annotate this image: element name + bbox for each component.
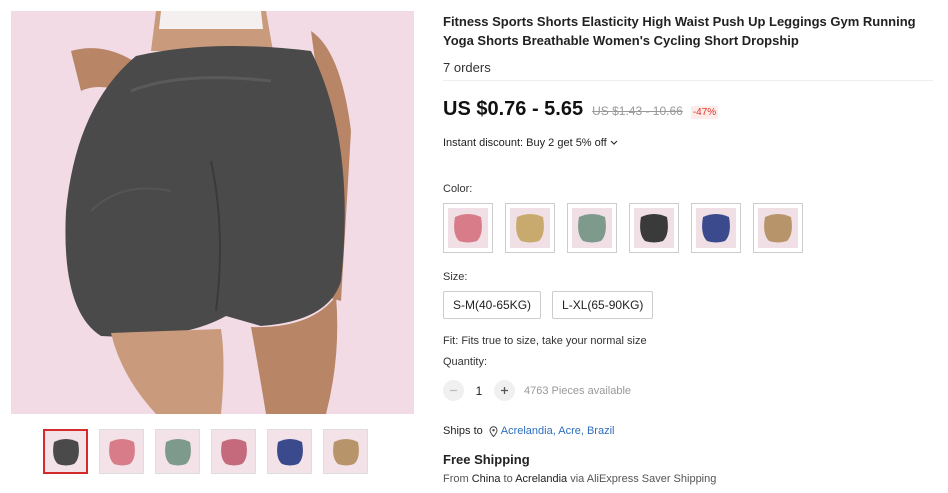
shipping-via: via AliExpress Saver Shipping — [570, 473, 717, 485]
minus-icon[interactable] — [443, 380, 464, 401]
thumbnail-4[interactable] — [267, 429, 312, 474]
size-option-s-m[interactable]: S-M(40-65KG) — [443, 291, 542, 319]
current-price: US $0.76 - 5.65 — [443, 98, 584, 120]
quantity-label: Quantity: — [443, 356, 488, 368]
price-row: US $0.76 - 5.65 US $1.43 - 10.66 -47% — [443, 98, 719, 121]
shipping-to-word: to — [503, 473, 513, 485]
product-title: Fitness Sports Shorts Elasticity High Wa… — [443, 14, 916, 48]
stock-available: 4763 Pieces available — [524, 384, 632, 397]
color-swatch-5[interactable] — [753, 203, 803, 253]
size-options: S-M(40-65KG) L-XL(65-90KG) — [443, 291, 654, 319]
color-swatches — [443, 203, 803, 253]
quantity-value[interactable]: 1 — [464, 384, 494, 398]
divider — [443, 80, 933, 81]
size-label: Size: — [443, 271, 468, 283]
instant-discount[interactable]: Instant discount: Buy 2 get 5% off — [443, 137, 618, 149]
discount-badge: -47% — [690, 106, 719, 119]
shipping-details: From China to Acrelandia via AliExpress … — [443, 473, 716, 485]
color-swatch-4[interactable] — [691, 203, 741, 253]
ships-to: Ships to Acrelandia, Acre, Brazil — [443, 425, 614, 437]
color-swatch-0[interactable] — [443, 203, 493, 253]
thumbnail-5[interactable] — [323, 429, 368, 474]
thumbnail-strip — [43, 429, 368, 474]
location-pin-icon — [489, 425, 498, 437]
thumbnail-1[interactable] — [99, 429, 144, 474]
thumbnail-2[interactable] — [155, 429, 200, 474]
product-info: Fitness Sports Shorts Elasticity High Wa… — [443, 12, 939, 75]
quantity-stepper: 1 4763 Pieces available — [443, 380, 631, 401]
fit-note: Fit: Fits true to size, take your normal… — [443, 335, 647, 347]
color-swatch-3[interactable] — [629, 203, 679, 253]
chevron-down-icon — [610, 138, 618, 148]
instant-discount-text: Instant discount: Buy 2 get 5% off — [443, 137, 607, 149]
shipping-from-prefix: From — [443, 473, 469, 485]
shipping-title: Free Shipping — [443, 452, 530, 467]
thumbnail-0[interactable] — [43, 429, 88, 474]
main-product-image[interactable] — [11, 11, 414, 414]
color-swatch-2[interactable] — [567, 203, 617, 253]
color-swatch-1[interactable] — [505, 203, 555, 253]
ships-to-label: Ships to — [443, 425, 483, 437]
ships-to-location-link[interactable]: Acrelandia, Acre, Brazil — [501, 425, 615, 437]
plus-icon[interactable] — [494, 380, 515, 401]
shipping-from-country: China — [471, 473, 501, 485]
shipping-to-city: Acrelandia — [515, 473, 568, 485]
size-option-l-xl[interactable]: L-XL(65-90KG) — [552, 291, 654, 319]
color-label: Color: — [443, 183, 473, 195]
thumbnail-3[interactable] — [211, 429, 256, 474]
original-price: US $1.43 - 10.66 — [592, 104, 683, 118]
order-count: 7 orders — [443, 60, 491, 75]
